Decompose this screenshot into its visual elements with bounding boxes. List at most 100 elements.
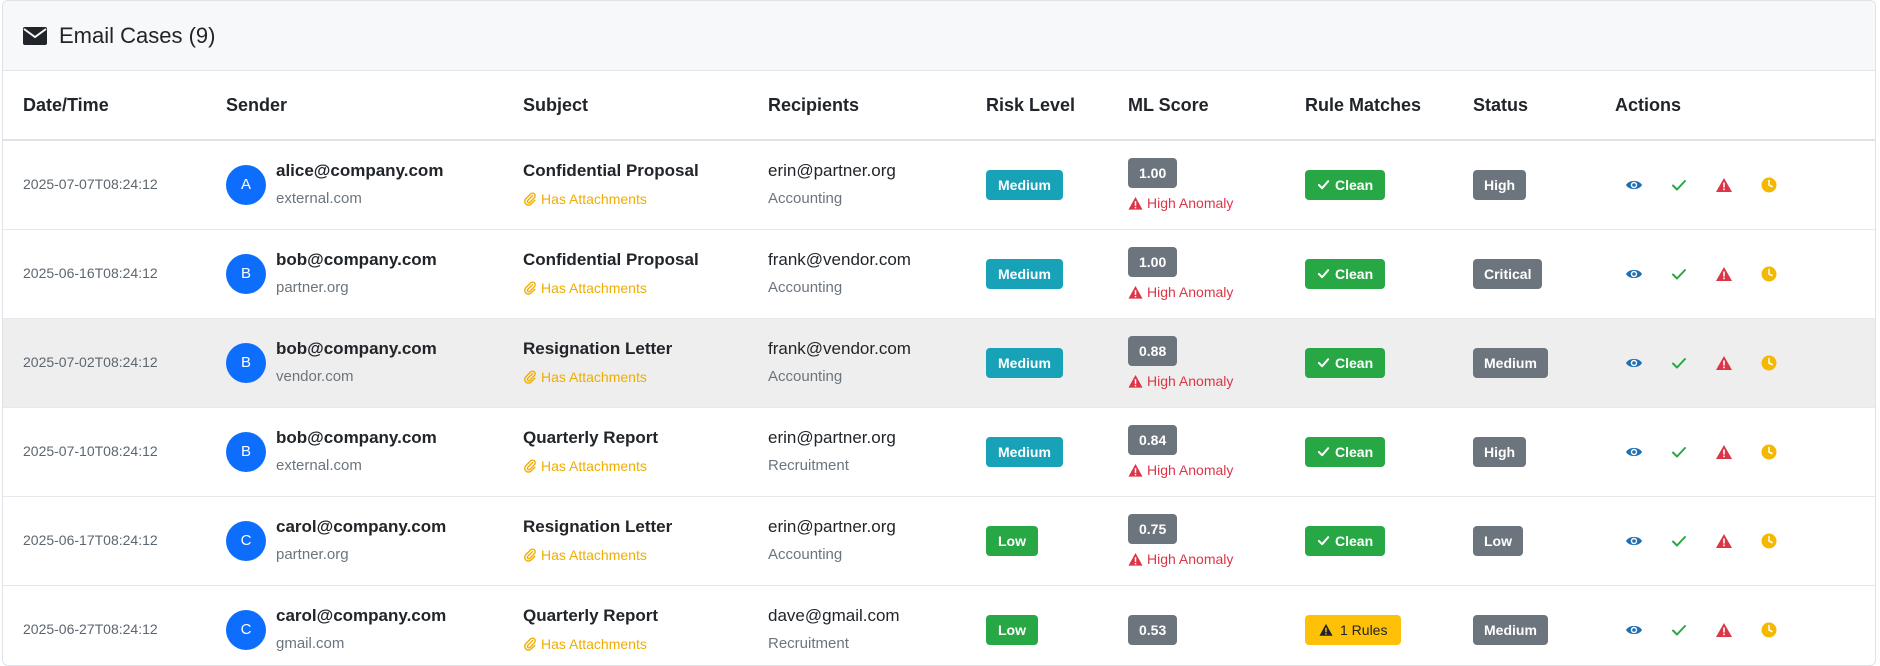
view-button[interactable] [1615, 443, 1660, 461]
check-icon [1317, 269, 1330, 279]
table-row[interactable]: 2025-06-16T08:24:12 B bob@company.com pa… [3, 229, 1875, 319]
eye-icon [1626, 536, 1642, 545]
email-cases-card: Email Cases (9) Date/Time Sender Subject… [2, 0, 1876, 666]
attachment-label: Has Attachments [541, 190, 647, 207]
snooze-button[interactable] [1750, 265, 1795, 283]
warning-icon [1128, 374, 1143, 388]
snooze-button[interactable] [1750, 621, 1795, 639]
anomaly-indicator: High Anomaly [1128, 551, 1285, 567]
avatar: B [226, 342, 266, 383]
table-row[interactable]: 2025-07-07T08:24:12 A alice@company.com … [3, 140, 1875, 230]
table-row[interactable]: 2025-06-27T08:24:12 C carol@company.com … [3, 585, 1875, 665]
rule-matches-badge: Clean [1305, 258, 1386, 289]
status-badge: Low [1473, 525, 1523, 556]
card-title: Email Cases (9) [59, 22, 216, 48]
approve-button[interactable] [1660, 265, 1705, 283]
rule-matches-badge: 1 Rules [1305, 614, 1402, 645]
ml-score-badge: 0.53 [1128, 614, 1178, 645]
sender-domain: partner.org [276, 545, 349, 563]
approve-button[interactable] [1660, 176, 1705, 194]
anomaly-label: High Anomaly [1147, 373, 1234, 389]
warning-icon [1716, 355, 1732, 370]
rule-matches-badge: Clean [1305, 169, 1386, 200]
snooze-button[interactable] [1750, 354, 1795, 372]
status-badge: Medium [1473, 614, 1548, 645]
sender-email: bob@company.com [276, 427, 437, 447]
rule-matches-label: Clean [1335, 265, 1374, 282]
col-header-rule-matches[interactable]: Rule Matches [1285, 71, 1453, 141]
approve-button[interactable] [1660, 443, 1705, 461]
approve-button[interactable] [1660, 532, 1705, 550]
col-header-subject[interactable]: Subject [503, 71, 748, 141]
flag-button[interactable] [1705, 265, 1750, 283]
check-icon [1672, 268, 1686, 279]
recipient-department: Accounting [768, 189, 843, 207]
sender-cell: A alice@company.com external.com [226, 159, 503, 211]
table-row[interactable]: 2025-07-02T08:24:12 B bob@company.com ve… [3, 318, 1875, 408]
check-icon [1672, 624, 1686, 635]
flag-button[interactable] [1705, 532, 1750, 550]
col-header-datetime[interactable]: Date/Time [3, 71, 206, 141]
approve-button[interactable] [1660, 354, 1705, 372]
clock-icon [1761, 266, 1777, 281]
snooze-button[interactable] [1750, 176, 1795, 194]
view-button[interactable] [1615, 621, 1660, 639]
ml-score-badge: 1.00 [1128, 247, 1178, 277]
view-button[interactable] [1615, 176, 1660, 194]
risk-level-badge: Medium [986, 258, 1063, 289]
anomaly-indicator: High Anomaly [1128, 373, 1285, 389]
recipient-email: frank@vendor.com [768, 338, 911, 358]
attachment-label: Has Attachments [541, 368, 647, 385]
sender-domain: gmail.com [276, 634, 345, 652]
avatar: A [226, 164, 266, 205]
warning-icon [1716, 533, 1732, 548]
sender-cell: B bob@company.com vendor.com [226, 337, 503, 389]
flag-button[interactable] [1705, 443, 1750, 461]
recipient-department: Recruitment [768, 456, 849, 474]
paperclip-icon [524, 369, 536, 384]
warning-icon [1319, 623, 1333, 636]
ml-score-badge: 0.75 [1128, 514, 1178, 544]
recipient-email: frank@vendor.com [768, 249, 911, 269]
flag-button[interactable] [1705, 621, 1750, 639]
recipient-email: erin@partner.org [768, 160, 896, 180]
recipient-email: erin@partner.org [768, 516, 896, 536]
avatar: B [226, 253, 266, 294]
risk-level-badge: Medium [986, 436, 1063, 467]
paperclip-icon [524, 547, 536, 562]
warning-icon [1128, 285, 1143, 299]
attachment-label: Has Attachments [541, 279, 647, 296]
anomaly-label: High Anomaly [1147, 551, 1234, 567]
snooze-button[interactable] [1750, 443, 1795, 461]
col-header-ml-score[interactable]: ML Score [1108, 71, 1285, 141]
col-header-sender[interactable]: Sender [206, 71, 503, 141]
col-header-recipients[interactable]: Recipients [748, 71, 966, 141]
envelope-icon [23, 26, 47, 45]
row-actions [1615, 443, 1875, 461]
paperclip-icon [524, 192, 536, 206]
snooze-button[interactable] [1750, 532, 1795, 550]
view-button[interactable] [1615, 532, 1660, 550]
view-button[interactable] [1615, 265, 1660, 283]
subject-text: Confidential Proposal [523, 249, 699, 269]
sender-domain: partner.org [276, 278, 349, 296]
table-row[interactable]: 2025-06-17T08:24:12 C carol@company.com … [3, 496, 1875, 586]
row-actions [1615, 265, 1875, 283]
flag-button[interactable] [1705, 354, 1750, 372]
eye-icon [1626, 625, 1642, 634]
recipient-department: Accounting [768, 545, 843, 563]
rule-matches-badge: Clean [1305, 525, 1386, 556]
col-header-status[interactable]: Status [1453, 71, 1595, 141]
attachment-indicator: Has Attachments [523, 632, 748, 656]
recipient-email: dave@gmail.com [768, 605, 900, 625]
table-row[interactable]: 2025-07-10T08:24:12 B bob@company.com ex… [3, 407, 1875, 497]
approve-button[interactable] [1660, 621, 1705, 639]
flag-button[interactable] [1705, 176, 1750, 194]
email-cases-table: Date/Time Sender Subject Recipients Risk… [3, 71, 1875, 665]
col-header-risk-level[interactable]: Risk Level [966, 71, 1108, 141]
view-button[interactable] [1615, 354, 1660, 372]
check-icon [1672, 535, 1686, 546]
datetime-cell: 2025-07-07T08:24:12 [23, 175, 158, 192]
sender-cell: B bob@company.com external.com [226, 426, 503, 478]
anomaly-indicator: High Anomaly [1128, 284, 1285, 300]
